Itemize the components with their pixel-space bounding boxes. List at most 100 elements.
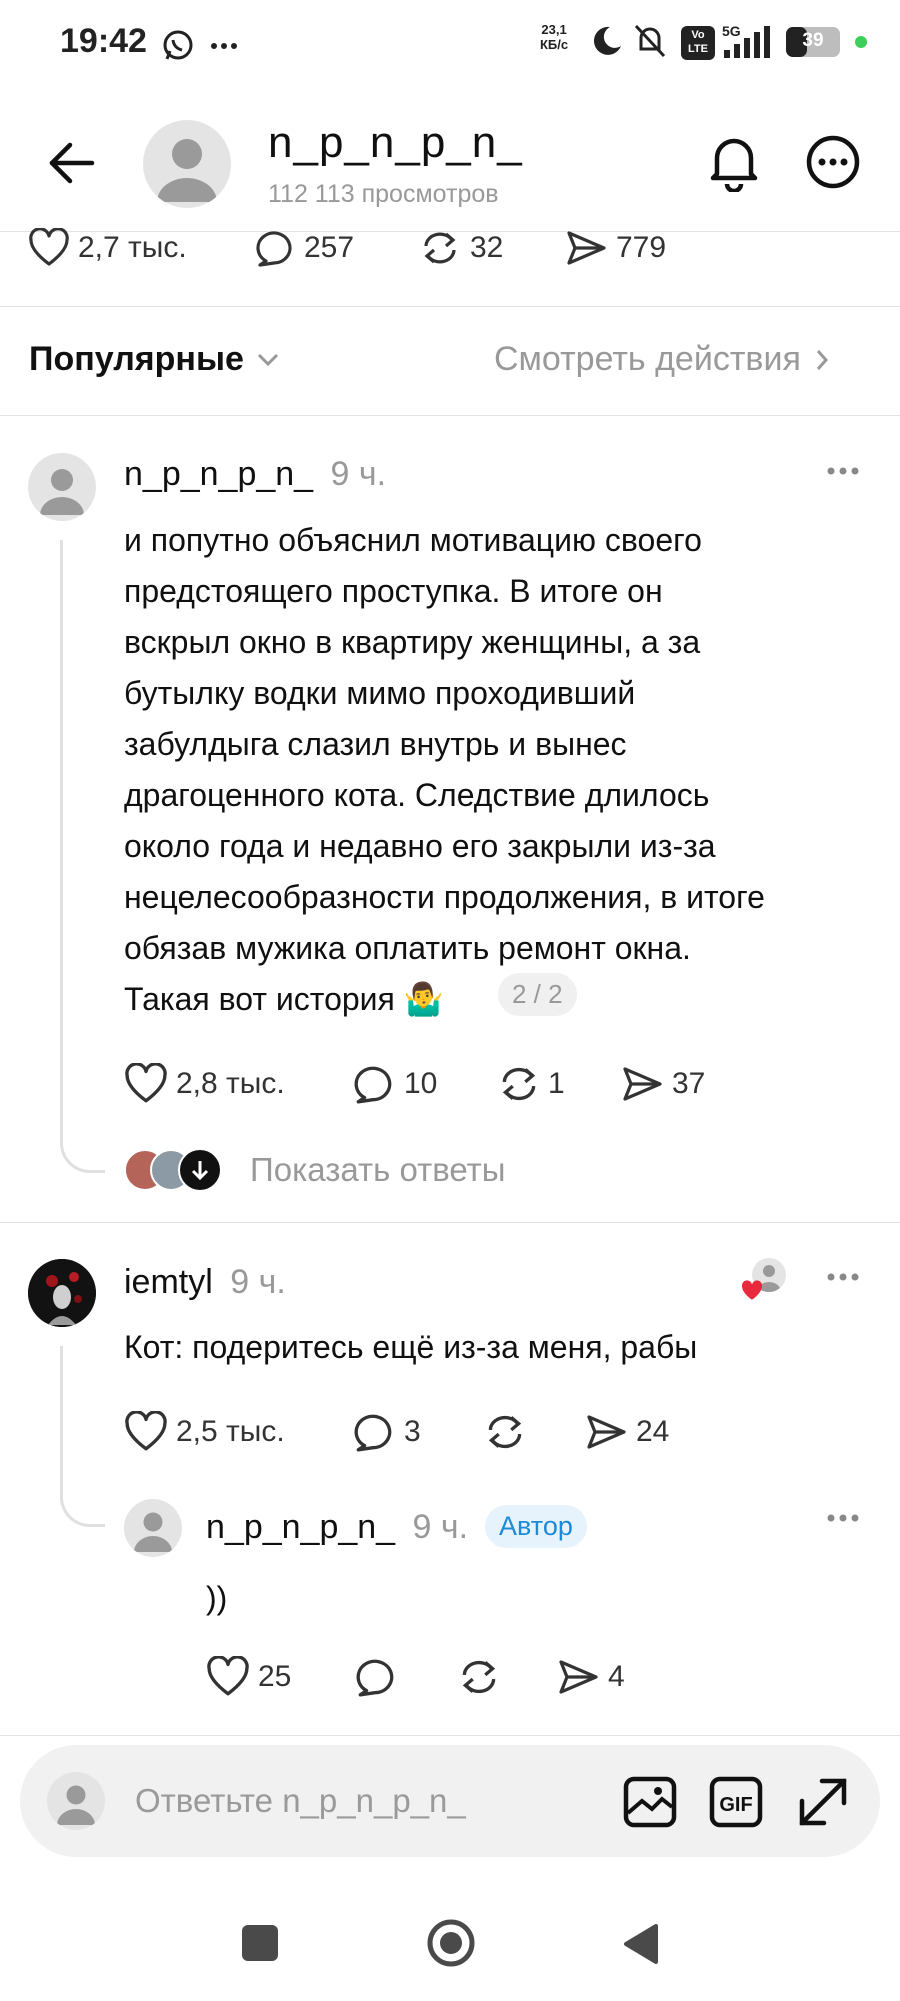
comment-repost-button[interactable]	[456, 1656, 508, 1698]
post-comment-button[interactable]: 257	[254, 228, 354, 268]
whatsapp-icon	[161, 28, 195, 62]
repost-icon	[488, 1415, 522, 1449]
comment-username[interactable]: n_p_n_p_n_	[124, 455, 313, 493]
page-badge: 2 / 2	[498, 973, 577, 1016]
expand-icon[interactable]	[794, 1773, 852, 1831]
comment-more-icon[interactable]	[826, 466, 860, 476]
post-share-button[interactable]: 779	[564, 228, 666, 268]
author-badge: Автор	[485, 1505, 587, 1548]
comment-reposts-count: 1	[548, 1067, 565, 1100]
comment-time: 9 ч.	[330, 455, 387, 493]
profile-username[interactable]: n_p_n_p_n_	[268, 118, 523, 168]
volte-icon: Vo LTE	[681, 26, 715, 60]
comment-shares-count: 4	[608, 1660, 625, 1693]
bell-icon[interactable]	[707, 134, 761, 192]
heart-icon	[29, 228, 69, 266]
comment-username[interactable]: n_p_n_p_n_	[206, 1508, 395, 1546]
comment-likes-count: 25	[258, 1660, 292, 1693]
comment-icon	[354, 1066, 392, 1104]
share-icon	[587, 1415, 626, 1449]
comment-reply-button[interactable]	[354, 1656, 406, 1698]
comment-repost-button[interactable]: 1	[496, 1063, 565, 1105]
show-replies-label: Показать ответы	[250, 1151, 506, 1188]
moon-icon	[590, 24, 624, 58]
heart-icon	[125, 1411, 167, 1451]
share-icon	[623, 1067, 662, 1101]
post-likes-count: 2,7 тыс.	[78, 231, 187, 264]
more-options-icon[interactable]	[805, 134, 861, 190]
status-bar: 19:42 23,1 КБ/с Vo LTE 5G 39	[0, 0, 900, 90]
post-shares-count: 779	[616, 231, 667, 264]
comment-icon	[356, 1659, 394, 1697]
more-notifications-icon	[210, 42, 238, 50]
green-dot-indicator	[855, 36, 867, 48]
sort-dropdown[interactable]: Популярные	[29, 340, 280, 379]
author-liked-indicator	[740, 1256, 790, 1304]
profile-avatar[interactable]	[143, 120, 231, 208]
comment-text: ))	[206, 1580, 228, 1616]
comment-repost-button[interactable]	[482, 1411, 534, 1453]
view-actions-label: Смотреть действия	[494, 340, 801, 378]
comment-like-button[interactable]: 2,8 тыс.	[124, 1063, 285, 1105]
status-time: 19:42	[60, 22, 147, 60]
reply-input[interactable]: Ответьте n_p_n_p_n_	[135, 1782, 466, 1820]
back-icon[interactable]	[46, 138, 96, 188]
comment-icon	[354, 1414, 392, 1452]
profile-views: 112 113 просмотров	[268, 180, 499, 208]
comment-replies-count: 10	[404, 1067, 438, 1100]
post-comments-count: 257	[304, 231, 355, 264]
chevron-right-icon	[816, 349, 828, 370]
comment-meta: iemtyl 9 ч.	[124, 1263, 286, 1302]
signal-5g-icon: 5G	[722, 22, 778, 60]
avatar[interactable]	[28, 453, 96, 521]
repost-icon	[424, 232, 456, 264]
post-reposts-count: 32	[470, 231, 504, 264]
arrow-down-icon	[178, 1148, 222, 1192]
comment-shares-count: 24	[636, 1415, 670, 1448]
avatar	[47, 1772, 105, 1830]
thread-line	[60, 1346, 105, 1527]
comment-text: и попутно объяснил мотивацию своего пред…	[124, 522, 765, 1017]
comment-more-icon[interactable]	[826, 1272, 860, 1282]
svg-text:GIF: GIF	[719, 1794, 752, 1816]
nav-back-icon[interactable]	[620, 1922, 660, 1966]
comment-username[interactable]: iemtyl	[124, 1263, 213, 1301]
comment-share-button[interactable]: 4	[556, 1656, 625, 1698]
avatar[interactable]	[28, 1259, 96, 1327]
view-actions-link[interactable]: Смотреть действия	[494, 340, 829, 379]
mute-bell-icon	[632, 22, 668, 60]
comment-icon	[256, 231, 292, 267]
comment-share-button[interactable]: 24	[584, 1411, 669, 1453]
gif-icon[interactable]: GIF	[708, 1775, 764, 1829]
comment-like-button[interactable]: 25	[206, 1656, 291, 1698]
comment-meta: n_p_n_p_n_ 9 ч.	[124, 455, 386, 494]
nav-recents-icon[interactable]	[242, 1925, 278, 1961]
comment-replies-count: 3	[404, 1415, 421, 1448]
comment-shares-count: 37	[672, 1067, 706, 1100]
repost-icon	[502, 1067, 536, 1101]
network-rate: 23,1 КБ/с	[540, 22, 569, 52]
comment-more-icon[interactable]	[826, 1513, 860, 1523]
post-repost-button[interactable]: 32	[418, 228, 503, 268]
post-like-button[interactable]: 2,7 тыс.	[28, 228, 187, 268]
comment-like-button[interactable]: 2,5 тыс.	[124, 1411, 285, 1453]
comment-share-button[interactable]: 37	[620, 1063, 705, 1105]
avatar[interactable]	[124, 1499, 182, 1557]
battery-percent: 39	[802, 30, 824, 51]
comment-time: 9 ч.	[230, 1263, 286, 1301]
comment-reply-button[interactable]: 3	[352, 1411, 421, 1453]
thread-line	[60, 540, 105, 1173]
heart-icon	[125, 1063, 167, 1103]
chevron-down-icon	[257, 353, 278, 366]
stats-divider	[0, 306, 900, 307]
comment-likes-count: 2,5 тыс.	[176, 1415, 285, 1448]
repost-icon	[462, 1660, 496, 1694]
comment-reply-button[interactable]: 10	[352, 1063, 437, 1105]
heart-filled-icon	[741, 1280, 763, 1300]
show-replies-button[interactable]: Показать ответы	[124, 1148, 505, 1192]
share-icon	[567, 231, 606, 265]
image-picker-icon[interactable]	[622, 1775, 678, 1829]
battery-icon: 39	[786, 27, 840, 57]
nav-home-icon[interactable]	[426, 1918, 476, 1968]
share-icon	[559, 1660, 598, 1694]
